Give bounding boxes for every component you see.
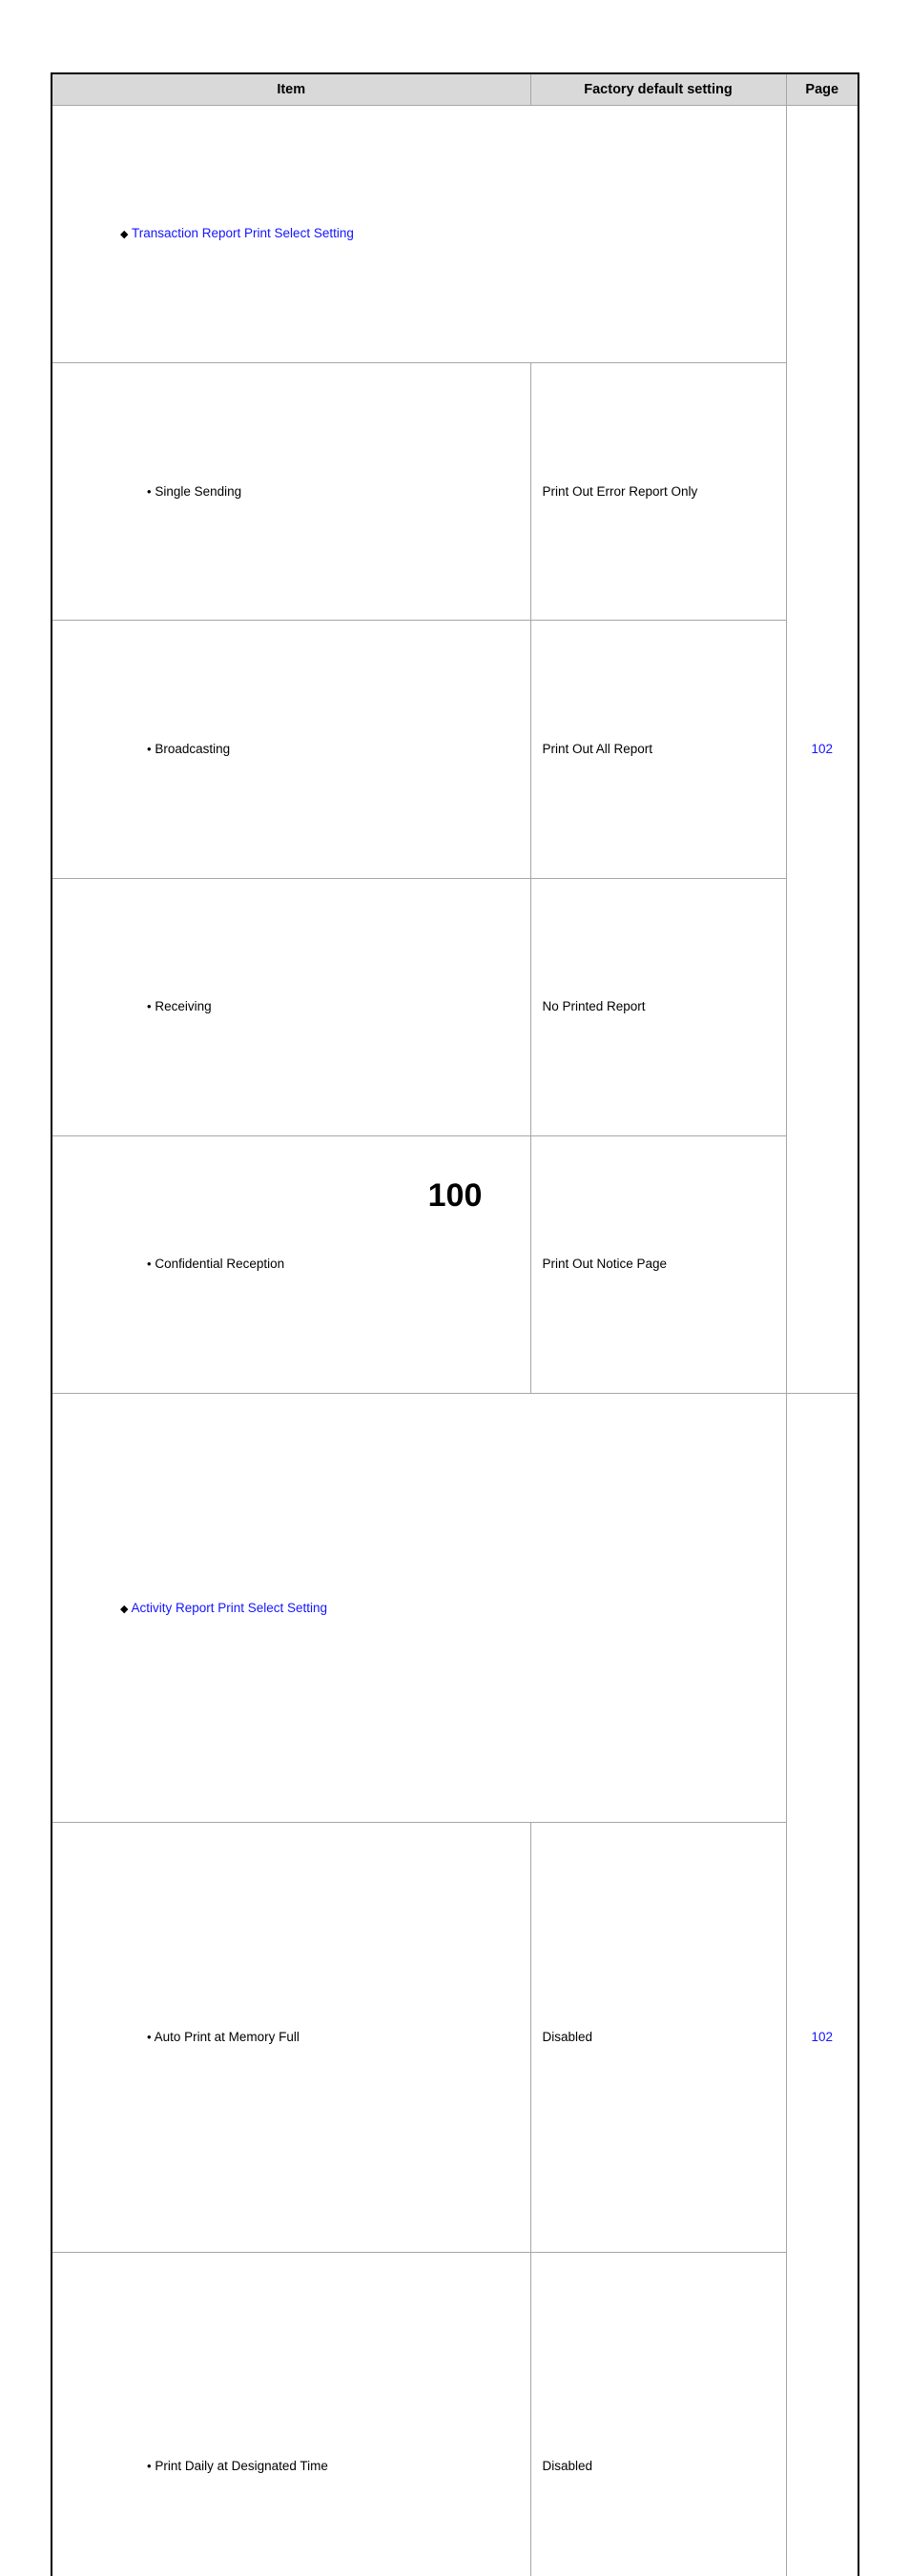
bullet-marker-icon: • bbox=[147, 2459, 152, 2473]
setting-item-text: • Print Daily at Designated Time bbox=[52, 2451, 530, 2482]
bullet-marker-icon: • bbox=[147, 484, 152, 499]
table-row: • Single SendingPrint Out Error Report O… bbox=[52, 363, 858, 621]
table-row: • Confidential ReceptionPrint Out Notice… bbox=[52, 1135, 858, 1393]
setting-item-cell: • Receiving bbox=[52, 878, 530, 1135]
factory-default-value: Print Out Error Report Only bbox=[531, 477, 786, 507]
column-header-item: Item bbox=[52, 73, 530, 106]
setting-item-text: • Single Sending bbox=[52, 477, 530, 507]
setting-item-cell: • Single Sending bbox=[52, 363, 530, 621]
setting-item-link[interactable]: Activity Report Print Select Setting bbox=[131, 1601, 327, 1615]
bullet-marker-icon: • bbox=[147, 1257, 152, 1271]
factory-default-cell: Print Out All Report bbox=[530, 621, 786, 878]
factory-default-value: No Printed Report bbox=[531, 992, 786, 1022]
factory-default-cell: Print Out Notice Page bbox=[530, 1135, 786, 1393]
setting-item-cell: • Confidential Reception bbox=[52, 1135, 530, 1393]
table-header: Item Factory default setting Page bbox=[52, 73, 858, 106]
setting-item-text: • Receiving bbox=[52, 992, 530, 1022]
document-page: Item Factory default setting Page ◆ Tran… bbox=[0, 0, 910, 1288]
setting-item-text: • Auto Print at Memory Full bbox=[52, 2022, 530, 2053]
bullet-marker-icon: • bbox=[147, 742, 152, 756]
column-header-page: Page bbox=[786, 73, 858, 106]
setting-item-label: Print Daily at Designated Time bbox=[155, 2459, 328, 2473]
factory-default-cell: Disabled bbox=[530, 2252, 786, 2576]
setting-item-cell: ◆ Transaction Report Print Select Settin… bbox=[52, 106, 786, 363]
column-header-factory-default: Factory default setting bbox=[530, 73, 786, 106]
table-row: ◆ Activity Report Print Select Setting10… bbox=[52, 1394, 858, 1823]
bullet-marker-icon: • bbox=[147, 2030, 152, 2044]
setting-item-link[interactable]: Transaction Report Print Select Setting bbox=[132, 226, 354, 240]
page-number: 100 bbox=[0, 1177, 910, 1215]
setting-item-cell: ◆ Activity Report Print Select Setting bbox=[52, 1394, 786, 1823]
factory-default-cell: No Printed Report bbox=[530, 878, 786, 1135]
settings-table-container: Item Factory default setting Page ◆ Tran… bbox=[51, 72, 858, 2576]
setting-item-label: Broadcasting bbox=[155, 742, 230, 756]
diamond-marker-icon: ◆ bbox=[120, 229, 128, 240]
factory-default-cell: Disabled bbox=[530, 1823, 786, 2252]
table-row: • ReceivingNo Printed Report bbox=[52, 878, 858, 1135]
setting-item-cell: • Print Daily at Designated Time bbox=[52, 2252, 530, 2576]
factory-default-cell: Print Out Error Report Only bbox=[530, 363, 786, 621]
setting-item-cell: • Broadcasting bbox=[52, 621, 530, 878]
settings-table: Item Factory default setting Page ◆ Tran… bbox=[51, 72, 859, 2576]
diamond-marker-icon: ◆ bbox=[120, 1604, 128, 1615]
setting-item-label: Auto Print at Memory Full bbox=[155, 2030, 300, 2044]
page-reference-link[interactable]: 102 bbox=[787, 734, 858, 765]
factory-default-value: Disabled bbox=[531, 2022, 786, 2053]
table-row: • BroadcastingPrint Out All Report bbox=[52, 621, 858, 878]
setting-item-label: Confidential Reception bbox=[155, 1257, 284, 1271]
setting-item-label: Single Sending bbox=[155, 484, 241, 499]
table-header-row: Item Factory default setting Page bbox=[52, 73, 858, 106]
page-reference-link[interactable]: 102 bbox=[787, 2022, 858, 2053]
setting-item-text: ◆ Transaction Report Print Select Settin… bbox=[52, 218, 786, 249]
table-row: • Print Daily at Designated TimeDisabled bbox=[52, 2252, 858, 2576]
factory-default-value: Print Out All Report bbox=[531, 734, 786, 765]
factory-default-value: Disabled bbox=[531, 2451, 786, 2482]
page-reference-cell: 102 bbox=[786, 1394, 858, 2576]
setting-item-text: • Confidential Reception bbox=[52, 1249, 530, 1279]
bullet-marker-icon: • bbox=[147, 999, 152, 1013]
factory-default-value: Print Out Notice Page bbox=[531, 1249, 786, 1279]
setting-item-cell: • Auto Print at Memory Full bbox=[52, 1823, 530, 2252]
table-row: • Auto Print at Memory FullDisabled bbox=[52, 1823, 858, 2252]
table-row: ◆ Transaction Report Print Select Settin… bbox=[52, 106, 858, 363]
setting-item-text: ◆ Activity Report Print Select Setting bbox=[52, 1593, 786, 1624]
setting-item-label: Receiving bbox=[155, 999, 211, 1013]
setting-item-text: • Broadcasting bbox=[52, 734, 530, 765]
table-body: ◆ Transaction Report Print Select Settin… bbox=[52, 106, 858, 2576]
